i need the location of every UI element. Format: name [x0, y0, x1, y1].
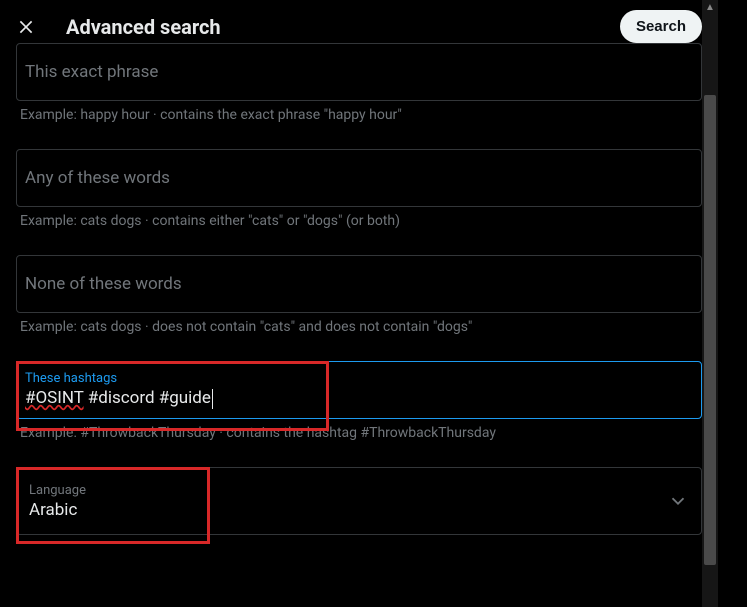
search-button[interactable]: Search — [620, 10, 702, 43]
hashtags-label: These hashtags — [25, 371, 693, 386]
scroll-arrow-up-icon[interactable]: ▲ — [704, 2, 716, 14]
any-words-group: Any of these words Example: cats dogs · … — [16, 149, 702, 247]
none-words-label: None of these words — [25, 274, 693, 294]
language-group: Language Arabic — [16, 467, 702, 535]
language-value: Arabic — [29, 500, 86, 520]
hashtags-value: #OSINT #discord #guide — [25, 388, 693, 409]
exact-phrase-example: Example: happy hour · contains the exact… — [16, 101, 702, 141]
any-words-input-container[interactable]: Any of these words — [16, 149, 702, 207]
close-icon[interactable] — [16, 17, 36, 37]
hashtags-group: These hashtags #OSINT #discord #guide Ex… — [16, 361, 702, 459]
none-words-group: None of these words Example: cats dogs ·… — [16, 255, 702, 353]
scrollbar-thumb[interactable] — [704, 95, 716, 565]
any-words-example: Example: cats dogs · contains either "ca… — [16, 207, 702, 247]
modal-title: Advanced search — [66, 15, 620, 39]
none-words-input-container[interactable]: None of these words — [16, 255, 702, 313]
language-label: Language — [29, 483, 86, 498]
scrollbar-track[interactable]: ▲ — [702, 0, 718, 607]
hashtags-input-container[interactable]: These hashtags #OSINT #discord #guide — [16, 361, 702, 419]
modal-content: This exact phrase Example: happy hour · … — [0, 43, 718, 535]
advanced-search-modal: Advanced search Search This exact phrase… — [0, 0, 718, 607]
exact-phrase-input-container[interactable]: This exact phrase — [16, 43, 702, 101]
chevron-down-icon — [667, 490, 689, 512]
exact-phrase-label: This exact phrase — [25, 62, 693, 82]
exact-phrase-group: This exact phrase Example: happy hour · … — [16, 43, 702, 141]
hashtags-example: Example: #ThrowbackThursday · contains t… — [16, 419, 702, 459]
language-select[interactable]: Language Arabic — [16, 467, 702, 535]
any-words-label: Any of these words — [25, 168, 693, 188]
none-words-example: Example: cats dogs · does not contain "c… — [16, 313, 702, 353]
